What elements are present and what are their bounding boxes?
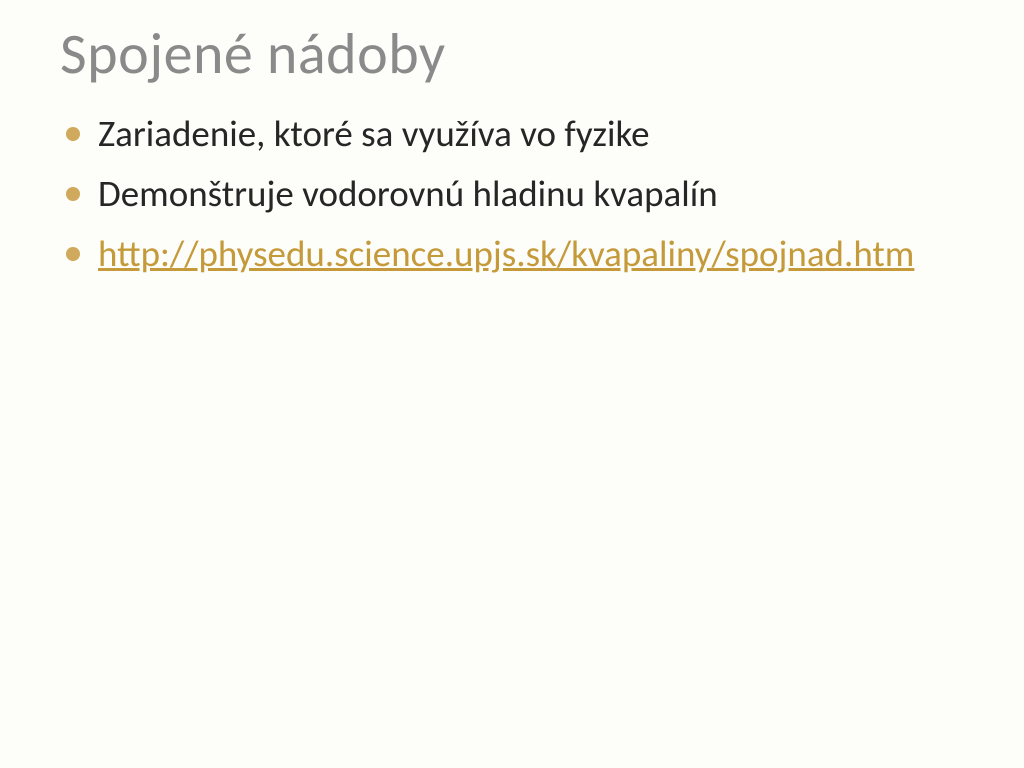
list-item-text: Zariadenie, ktoré sa využíva vo fyzike <box>98 109 964 159</box>
bullet-icon <box>66 247 80 261</box>
slide: Spojené nádoby Zariadenie, ktoré sa využ… <box>0 0 1024 768</box>
bullet-list: Zariadenie, ktoré sa využíva vo fyzike D… <box>60 109 964 289</box>
list-item: http://physedu.science.upjs.sk/kvapaliny… <box>60 229 964 279</box>
bullet-icon <box>66 127 80 141</box>
slide-title: Spojené nádoby <box>60 24 964 85</box>
hyperlink[interactable]: http://physedu.science.upjs.sk/kvapaliny… <box>98 229 964 279</box>
list-item-text: Demonštruje vodorovnú hladinu kvapalín <box>98 169 964 219</box>
list-item: Zariadenie, ktoré sa využíva vo fyzike <box>60 109 964 159</box>
list-item: Demonštruje vodorovnú hladinu kvapalín <box>60 169 964 219</box>
bullet-icon <box>66 187 80 201</box>
